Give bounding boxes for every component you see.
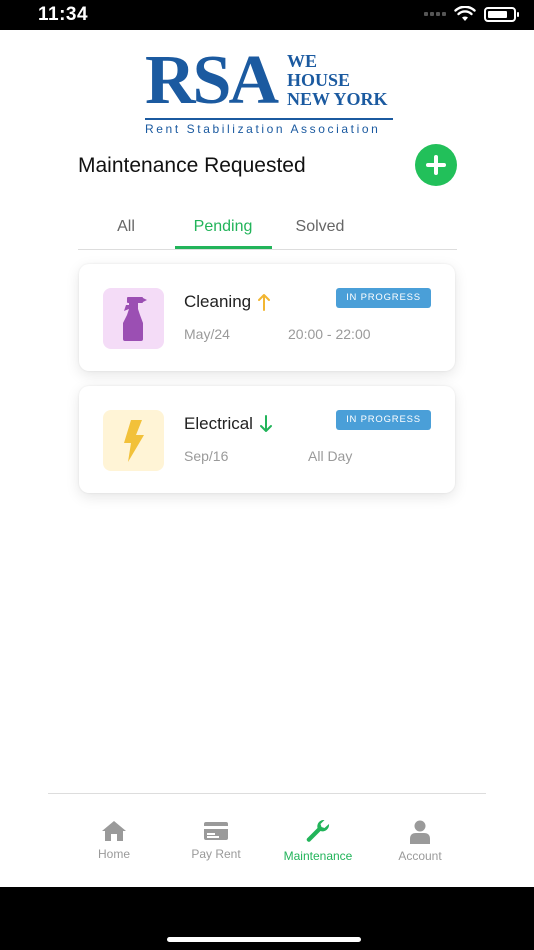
bottom-nav: Home Pay Rent Maintenance Account — [58, 820, 476, 870]
logo-tagline: WE HOUSE NEW YORK — [287, 52, 388, 109]
request-title-text: Electrical — [184, 414, 253, 433]
tab-pending[interactable]: Pending — [174, 218, 272, 236]
page-title: Maintenance Requested — [78, 154, 306, 177]
nav-maintenance[interactable]: Maintenance — [273, 820, 363, 870]
lightning-icon — [123, 419, 144, 462]
request-card-cleaning[interactable]: Cleaning IN PROGRESS May/24 20:00 - 22:0… — [79, 264, 455, 371]
home-icon — [102, 821, 126, 841]
home-indicator[interactable] — [167, 937, 361, 942]
nav-home[interactable]: Home — [69, 820, 159, 870]
priority-up-icon — [258, 294, 271, 311]
home-indicator-area — [0, 887, 534, 950]
request-card-electrical[interactable]: Electrical IN PROGRESS Sep/16 All Day — [79, 386, 455, 493]
active-tab-indicator — [175, 246, 272, 249]
status-badge: IN PROGRESS — [336, 288, 431, 308]
logo-line-3: NEW YORK — [287, 89, 388, 109]
request-time: 20:00 - 22:00 — [288, 326, 371, 342]
request-icon-tile — [103, 288, 164, 349]
app-content: RSA WE HOUSE NEW YORK Rent Stabilization… — [0, 30, 534, 887]
rsa-logo: RSA WE HOUSE NEW YORK Rent Stabilization… — [145, 42, 395, 136]
status-icons — [424, 6, 519, 22]
nav-account-label: Account — [398, 849, 442, 863]
wifi-icon — [454, 6, 476, 21]
request-date: Sep/16 — [184, 448, 229, 464]
battery-level — [488, 10, 508, 18]
nav-pay-rent-label: Pay Rent — [191, 847, 241, 861]
nav-account[interactable]: Account — [375, 820, 465, 870]
request-date: May/24 — [184, 326, 230, 342]
nav-home-label: Home — [97, 847, 130, 861]
request-title: Electrical — [184, 414, 273, 434]
status-tabs: All Pending Solved — [78, 208, 457, 250]
status-time: 11:34 — [38, 4, 89, 25]
battery-icon — [484, 6, 519, 22]
logo-subtitle: Rent Stabilization Association — [145, 122, 381, 136]
nav-maintenance-label: Maintenance — [283, 849, 353, 863]
request-title: Cleaning — [184, 292, 271, 312]
card-icon — [204, 822, 228, 840]
request-title-text: Cleaning — [184, 292, 252, 311]
nav-pay-rent[interactable]: Pay Rent — [171, 820, 261, 870]
request-icon-tile — [103, 410, 164, 471]
priority-down-icon — [259, 415, 272, 432]
cellular-signal-icon — [424, 12, 446, 16]
status-badge: IN PROGRESS — [336, 410, 431, 430]
wrench-icon — [306, 820, 330, 842]
tab-all[interactable]: All — [106, 218, 146, 236]
logo-divider — [145, 118, 393, 120]
phone-screen: 11:34 RSA WE HOUSE NEW YORK Rent Stabili… — [0, 0, 534, 950]
add-request-button[interactable] — [415, 144, 457, 186]
logo-line-1: WE — [287, 51, 318, 71]
request-time: All Day — [308, 448, 353, 464]
tab-solved[interactable]: Solved — [288, 218, 352, 236]
person-icon — [410, 820, 430, 844]
bottom-nav-divider — [48, 793, 486, 794]
logo-rsa-text: RSA — [145, 42, 279, 119]
logo-line-2: HOUSE — [287, 70, 351, 90]
spray-bottle-icon — [122, 296, 147, 341]
status-bar: 11:34 — [0, 0, 534, 30]
